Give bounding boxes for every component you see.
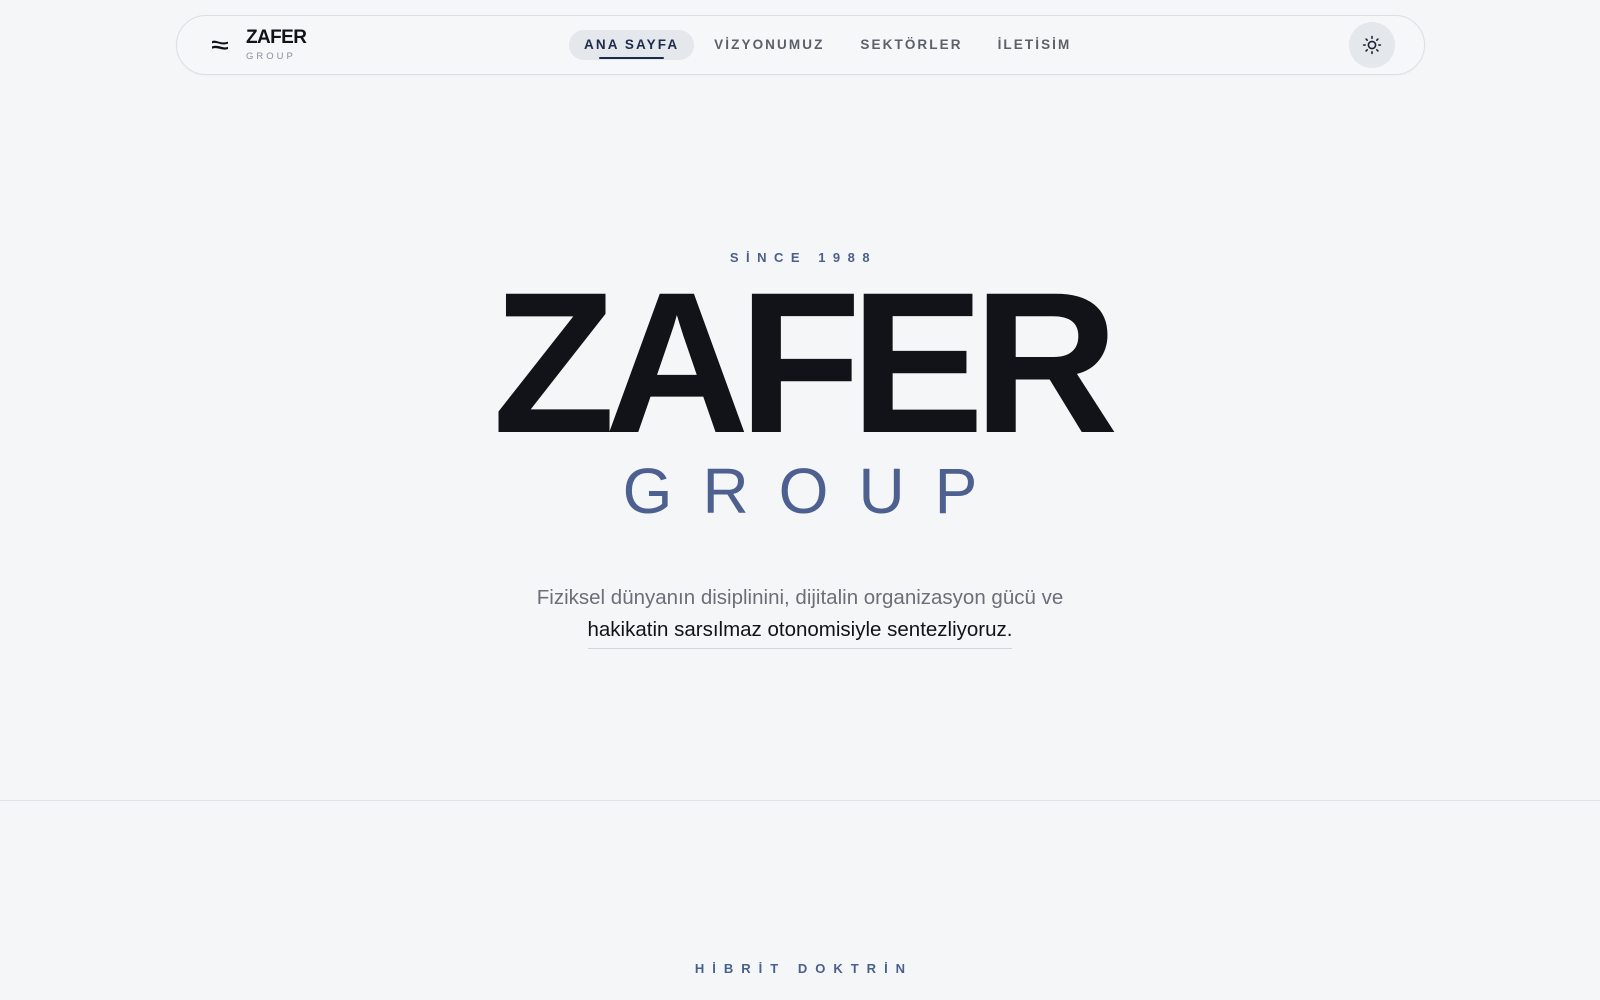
section-divider [0, 800, 1600, 801]
hero-subtitle: GROUP [622, 455, 1008, 527]
nav-item-ana-sayfa[interactable]: ANA SAYFA [569, 30, 695, 60]
hero-title: ZAFER [492, 250, 1119, 475]
hero-description-line1: Fiziksel dünyanın disiplinini, dijitalin… [536, 586, 1064, 609]
hero-description-line2: hakikatin sarsılmaz otonomisiyle sentezl… [587, 614, 1013, 649]
nav-item-label: ANA SAYFA [584, 37, 680, 52]
brand-text: ZAFER GROUP [246, 27, 307, 62]
brand-subtitle: GROUP [246, 51, 296, 62]
page: ZAFER GROUP ANA SAYFA VİZYONUMUZ SEKTÖRL… [0, 0, 1600, 1000]
sun-icon [1362, 35, 1382, 55]
theme-toggle-button[interactable] [1349, 22, 1395, 68]
nav-item-vizyonumuz[interactable]: VİZYONUMUZ [699, 30, 839, 60]
nav-item-sektorler[interactable]: SEKTÖRLER [845, 30, 977, 60]
active-indicator [599, 57, 665, 59]
hero-description: Fiziksel dünyanın disiplinini, dijitalin… [0, 582, 1600, 649]
main-navigation: ANA SAYFA VİZYONUMUZ SEKTÖRLER İLETİSİM [569, 30, 1086, 60]
brand-mark-icon [212, 40, 228, 50]
nav-item-label: İLETİSİM [997, 37, 1072, 52]
nav-item-label: VİZYONUMUZ [714, 37, 825, 52]
brand-logo[interactable]: ZAFER GROUP [211, 16, 307, 74]
section-eyebrow: HİBRİT DOKTRİN [694, 961, 914, 976]
brand-name: ZAFER [246, 27, 307, 48]
nav-item-iletisim[interactable]: İLETİSİM [983, 30, 1087, 60]
top-navbar: ZAFER GROUP ANA SAYFA VİZYONUMUZ SEKTÖRL… [176, 15, 1425, 75]
nav-item-label: SEKTÖRLER [860, 37, 963, 52]
